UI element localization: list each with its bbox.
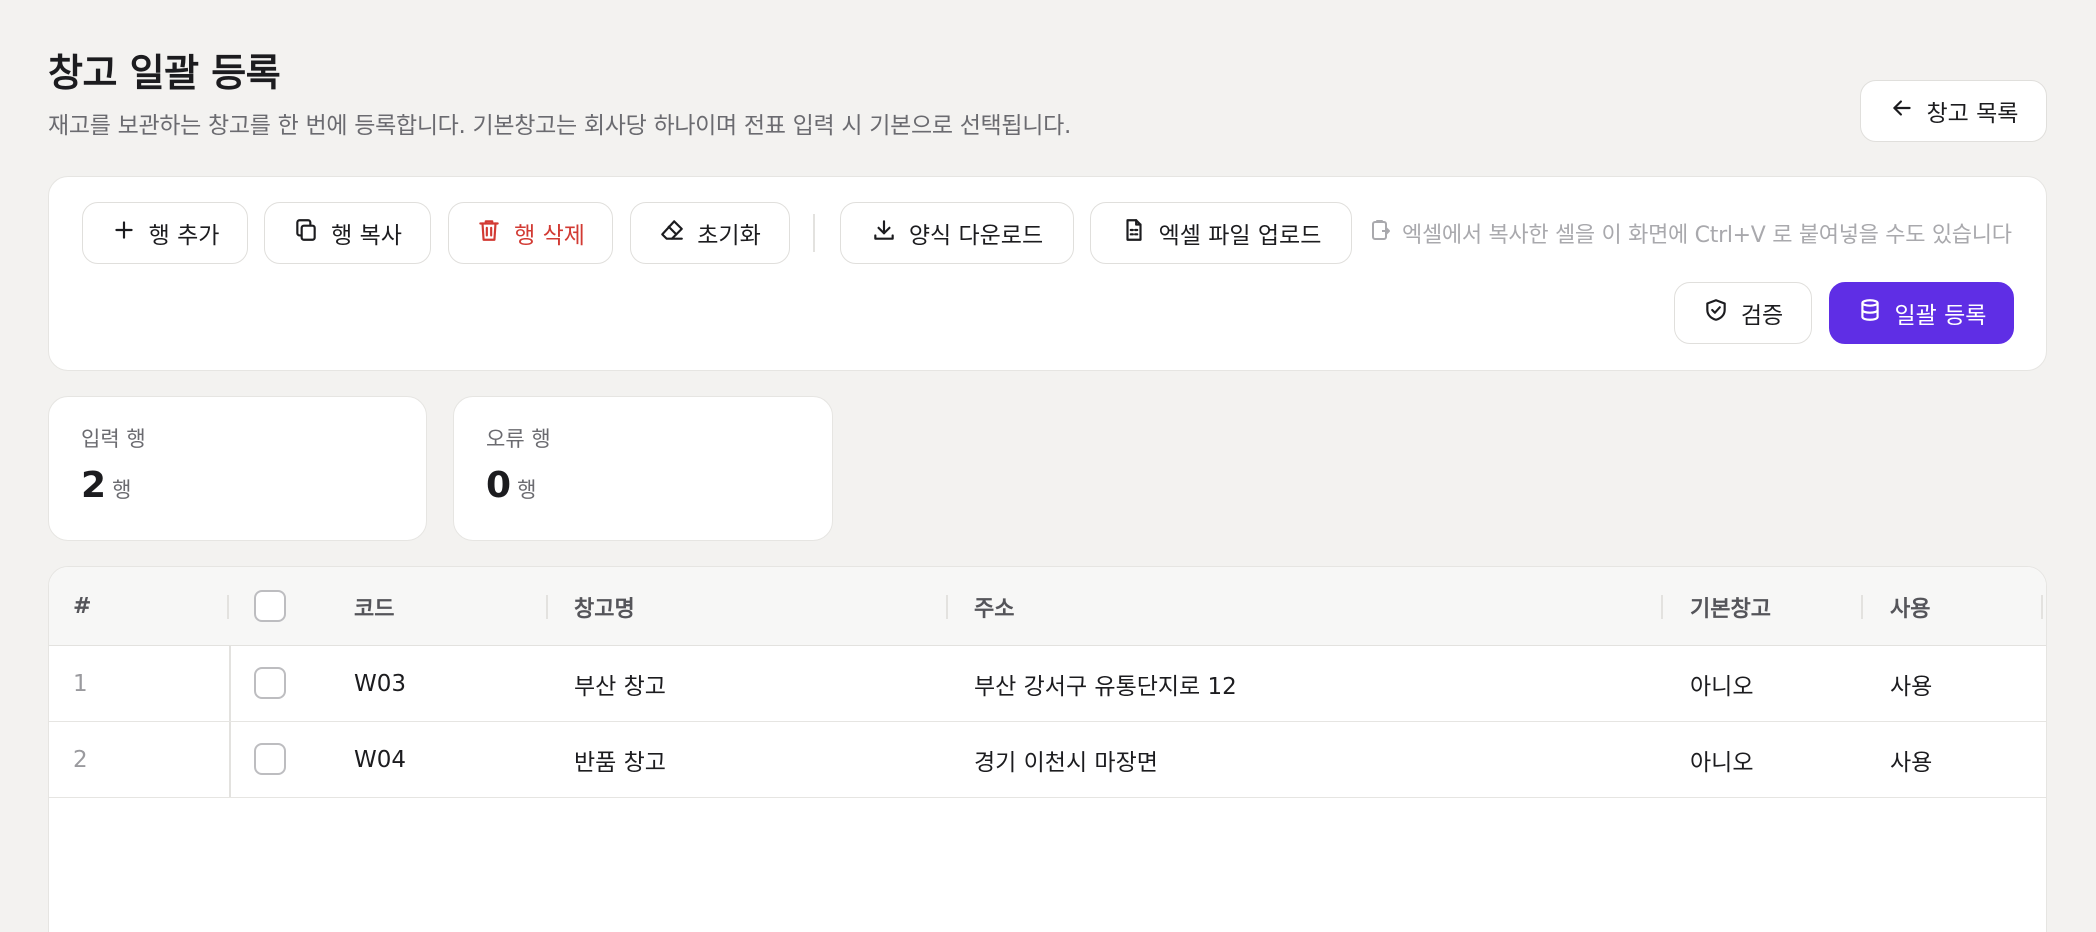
table-row[interactable]: 1 W03 부산 창고 부산 강서구 유통단지로 12 아니오 사용 [49,646,2046,722]
input-rows-label: 입력 행 [81,427,146,451]
table-header: # 코드 창고명 주소 기본창고 사용 [49,567,2046,646]
column-divider [946,595,948,619]
add-row-button[interactable]: 행 추가 [82,202,248,264]
paste-hint-text: 엑셀에서 복사한 셀을 이 화면에 Ctrl+V 로 붙여넣을 수도 있습니다 [1402,223,2012,248]
trash-icon [476,217,502,249]
cell-code[interactable]: W03 [354,646,406,722]
input-rows-value: 2 [81,465,107,506]
paste-hint: 엑셀에서 복사한 셀을 이 화면에 Ctrl+V 로 붙여넣을 수도 있습니다 [1368,218,2012,248]
row-checkbox[interactable] [254,667,286,699]
select-all-checkbox[interactable] [254,590,286,622]
error-rows-card: 오류 행 0 행 [453,396,833,541]
cell-use[interactable]: 사용 [1890,722,1932,798]
error-rows-value-group: 0 행 [486,465,536,506]
header-code: 코드 [354,596,395,622]
input-rows-unit: 행 [112,478,132,502]
header-num: # [73,594,92,619]
toolbar-divider [813,214,815,252]
cell-name[interactable]: 부산 창고 [574,646,666,722]
error-rows-unit: 행 [517,478,537,502]
row-number: 1 [73,671,88,697]
column-divider [1661,595,1663,619]
column-divider [546,595,548,619]
column-divider [227,595,229,619]
cell-address[interactable]: 부산 강서구 유통단지로 12 [974,646,1237,722]
copy-row-label: 행 복사 [331,223,402,249]
cell-use[interactable]: 사용 [1890,646,1932,722]
clipboard-icon [1368,218,1392,248]
add-row-label: 행 추가 [148,223,220,249]
warehouse-table: # 코드 창고명 주소 기본창고 사용 1 W03 부산 창고 부산 강서구 유… [48,566,2047,932]
row-number-divider [229,722,231,797]
column-divider [2041,595,2043,619]
cell-address[interactable]: 경기 이천시 마장면 [974,722,1158,798]
reset-button[interactable]: 초기화 [630,202,790,264]
arrow-left-icon [1889,95,1915,127]
eraser-icon [659,217,685,249]
database-icon [1857,297,1883,329]
bulk-register-label: 일괄 등록 [1894,303,1987,329]
page-title: 창고 일괄 등록 [48,51,281,95]
download-icon [871,217,897,249]
table-row[interactable]: 2 W04 반품 창고 경기 이천시 마장면 아니오 사용 [49,722,2046,798]
cell-code[interactable]: W04 [354,722,406,798]
bulk-register-button[interactable]: 일괄 등록 [1829,282,2014,344]
error-rows-value: 0 [486,465,512,506]
plus-icon [111,217,137,249]
validate-label: 검증 [1740,303,1784,329]
cell-default[interactable]: 아니오 [1690,646,1753,722]
upload-excel-button[interactable]: 엑셀 파일 업로드 [1090,202,1352,264]
cell-name[interactable]: 반품 창고 [574,722,666,798]
row-number: 2 [73,747,88,773]
copy-icon [293,217,319,249]
back-to-list-label: 창고 목록 [1926,101,2019,127]
row-checkbox[interactable] [254,743,286,775]
upload-excel-label: 엑셀 파일 업로드 [1158,223,1322,249]
header-address: 주소 [974,596,1015,622]
header-use: 사용 [1890,596,1931,622]
header-default: 기본창고 [1690,596,1771,622]
error-rows-label: 오류 행 [486,427,551,451]
delete-row-button[interactable]: 행 삭제 [448,202,613,264]
input-rows-card: 입력 행 2 행 [48,396,427,541]
copy-row-button[interactable]: 행 복사 [264,202,431,264]
download-template-button[interactable]: 양식 다운로드 [840,202,1074,264]
column-divider [1861,595,1863,619]
reset-label: 초기화 [697,223,761,249]
back-to-list-button[interactable]: 창고 목록 [1860,80,2047,142]
cell-default[interactable]: 아니오 [1690,722,1753,798]
row-number-divider [229,646,231,721]
shield-check-icon [1703,297,1729,329]
spreadsheet-file-icon [1121,217,1147,249]
page-subtitle: 재고를 보관하는 창고를 한 번에 등록합니다. 기본창고는 회사당 하나이며 … [48,113,1072,139]
input-rows-value-group: 2 행 [81,465,131,506]
delete-row-label: 행 삭제 [514,223,585,249]
header-name: 창고명 [574,596,635,622]
download-template-label: 양식 다운로드 [908,223,1044,249]
validate-button[interactable]: 검증 [1674,282,1812,344]
